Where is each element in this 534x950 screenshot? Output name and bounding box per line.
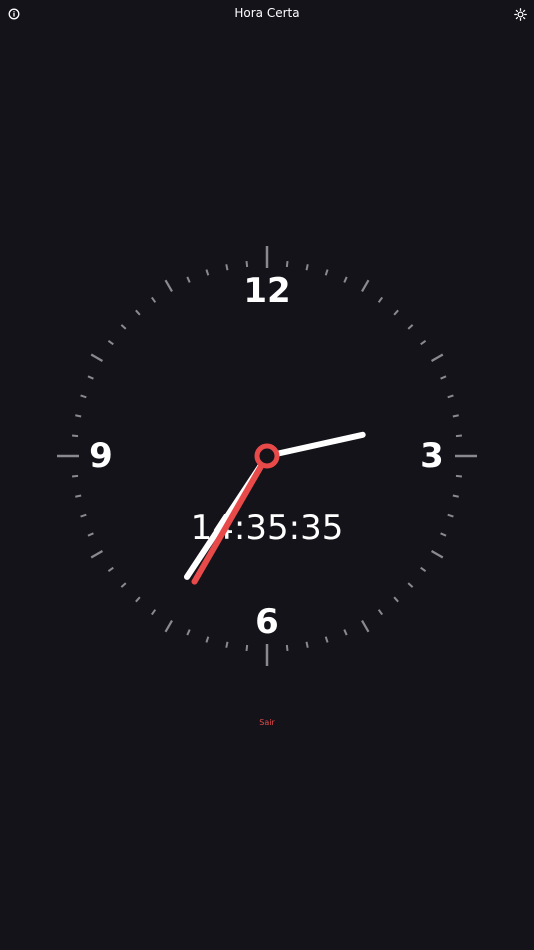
minute-tick bbox=[455, 434, 463, 438]
minute-tick bbox=[407, 324, 414, 330]
minute-tick bbox=[324, 269, 329, 276]
minute-tick bbox=[225, 264, 229, 271]
app-title: Hora Certa bbox=[234, 6, 300, 20]
minute-tick bbox=[447, 394, 454, 399]
minute-tick bbox=[452, 494, 459, 498]
minute-tick bbox=[225, 641, 229, 648]
minute-tick bbox=[186, 629, 191, 636]
minute-tick bbox=[75, 414, 82, 418]
minute-tick bbox=[87, 532, 94, 537]
hour-tick bbox=[361, 279, 370, 293]
minute-tick bbox=[285, 644, 289, 652]
hour-tick bbox=[164, 619, 173, 633]
minute-tick bbox=[447, 513, 454, 518]
minute-tick bbox=[343, 276, 348, 283]
minute-tick bbox=[285, 260, 289, 268]
minute-tick bbox=[245, 644, 249, 652]
hour-tick bbox=[90, 550, 104, 559]
minute-tick bbox=[135, 309, 141, 316]
minute-tick bbox=[452, 414, 459, 418]
hour-hand bbox=[264, 431, 366, 459]
analog-clock: 12 3 6 9 14:35:35 bbox=[0, 0, 534, 950]
minute-tick bbox=[420, 566, 427, 573]
minute-tick bbox=[324, 636, 329, 643]
minute-tick bbox=[455, 474, 463, 478]
minute-tick bbox=[87, 375, 94, 380]
minute-tick bbox=[393, 309, 399, 316]
minute-tick bbox=[407, 582, 414, 588]
hour-tick bbox=[430, 353, 444, 362]
app-window: 12 3 6 9 14:35:35 Hora Certa Sair bbox=[0, 0, 534, 950]
minute-tick bbox=[205, 269, 210, 276]
minute-tick bbox=[205, 636, 210, 643]
minute-tick bbox=[305, 641, 309, 648]
minute-tick bbox=[440, 532, 447, 537]
center-cap bbox=[254, 443, 280, 469]
minute-tick bbox=[245, 260, 249, 268]
minute-tick bbox=[71, 434, 79, 438]
minute-tick bbox=[377, 609, 384, 616]
minute-tick bbox=[343, 629, 348, 636]
minute-tick bbox=[107, 339, 114, 346]
hour-tick bbox=[164, 279, 173, 293]
minute-tick bbox=[80, 513, 87, 518]
minute-tick bbox=[107, 566, 114, 573]
top-bar: Hora Certa bbox=[0, 0, 534, 28]
minute-tick bbox=[120, 324, 127, 330]
minute-tick bbox=[393, 596, 399, 603]
minute-tick bbox=[420, 339, 427, 346]
minute-tick bbox=[135, 596, 141, 603]
theme-toggle-button[interactable] bbox=[512, 6, 528, 22]
minute-tick bbox=[305, 264, 309, 271]
hour-tick bbox=[90, 353, 104, 362]
hour-tick bbox=[430, 550, 444, 559]
minute-tick bbox=[150, 609, 157, 616]
minute-tick bbox=[75, 494, 82, 498]
sun-icon bbox=[513, 7, 527, 21]
minute-tick bbox=[186, 276, 191, 283]
minute-tick bbox=[80, 394, 87, 399]
numeral-12: 12 bbox=[243, 271, 290, 311]
hour-tick bbox=[361, 619, 370, 633]
numeral-9: 9 bbox=[89, 436, 113, 476]
minute-tick bbox=[440, 375, 447, 380]
numeral-3: 3 bbox=[420, 436, 444, 476]
numeral-6: 6 bbox=[255, 602, 279, 642]
clock-face: 12 3 6 9 14:35:35 bbox=[57, 246, 477, 666]
minute-tick bbox=[150, 296, 157, 303]
minute-tick bbox=[377, 296, 384, 303]
minute-tick bbox=[120, 582, 127, 588]
exit-button[interactable]: Sair bbox=[0, 718, 534, 727]
minute-tick bbox=[71, 474, 79, 478]
